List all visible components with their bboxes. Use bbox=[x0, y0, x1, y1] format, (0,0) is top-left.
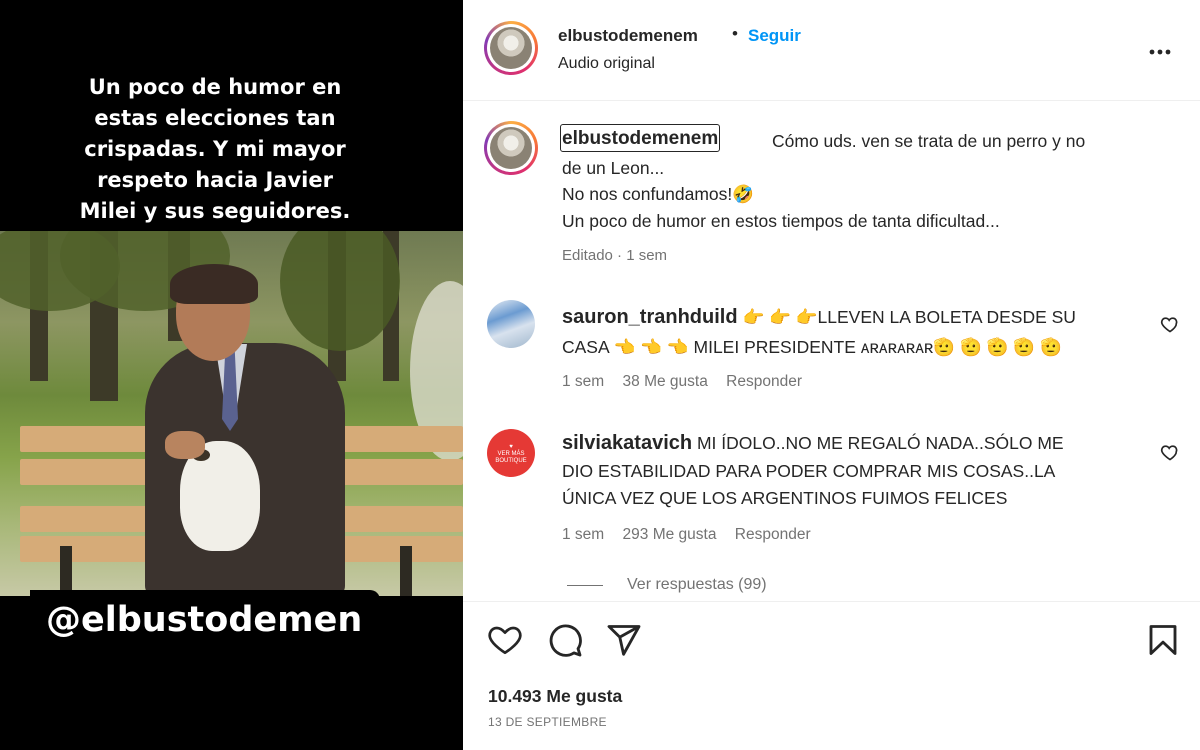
comment-time: 1 sem bbox=[562, 373, 605, 390]
media-caption-overlay: Un poco de humor en estas elecciones tan… bbox=[79, 75, 351, 223]
comment-likes[interactable]: 293 Me gusta bbox=[623, 526, 717, 543]
post-panel: elbustodemenem • Seguir Audio original e… bbox=[463, 0, 1200, 750]
handle-banner-text: @elbustodemen bbox=[46, 600, 363, 640]
post-media[interactable]: Un poco de humor en estas elecciones tan… bbox=[0, 0, 463, 750]
comment-meta: 1 sem 293 Me gusta Responder bbox=[562, 526, 825, 544]
comment-avatar[interactable] bbox=[487, 300, 535, 348]
caption-username[interactable]: elbustodemenem bbox=[560, 124, 721, 152]
view-replies-button[interactable]: Ver respuestas (99) bbox=[627, 576, 767, 594]
caption-avatar[interactable] bbox=[484, 121, 538, 175]
comments-section[interactable]: elbustodemenem Cómo uds. ven se trata de… bbox=[463, 101, 1200, 602]
post-header: elbustodemenem • Seguir Audio original bbox=[463, 0, 1200, 101]
caption-meta: Editado · 1 sem bbox=[562, 247, 668, 264]
comment-line: sauron_tranhduild 👉 👉 👉LLEVEN LA BOLETA … bbox=[562, 306, 1076, 329]
caption-text-line: No nos confundamos!🤣 bbox=[562, 184, 755, 204]
comment-likes[interactable]: 38 Me gusta bbox=[623, 373, 708, 390]
header-separator: • bbox=[732, 24, 738, 43]
comment-username[interactable]: silviakatavich bbox=[562, 432, 692, 454]
comment-text: 👉 👉 👉LLEVEN LA BOLETA DESDE SU bbox=[742, 307, 1076, 327]
view-replies-divider bbox=[567, 585, 603, 586]
comment-username[interactable]: sauron_tranhduild bbox=[562, 306, 738, 328]
comment-meta: 1 sem 38 Me gusta Responder bbox=[562, 373, 816, 391]
follow-button[interactable]: Seguir bbox=[748, 26, 801, 46]
comment-time: 1 sem bbox=[562, 526, 605, 543]
post-date[interactable]: 13 DE SEPTIEMBRE bbox=[488, 715, 607, 729]
comment-text: DIO ESTABILIDAD PARA PODER COMPRAR MIS C… bbox=[562, 461, 1056, 481]
comment-avatar[interactable]: ♥ VER MÁS BOUTIQUE bbox=[487, 429, 535, 477]
comment-like-heart-icon[interactable] bbox=[1160, 314, 1180, 334]
comment-text: MI ÍDOLO..NO ME REGALÓ NADA..SÓLO ME bbox=[696, 433, 1064, 453]
caption-text-line: de un Leon... bbox=[562, 158, 665, 178]
comment-text: CASA 👈 👈 👈 MILEI PRESIDENTE ᴀʀᴀʀᴀʀᴀʀ🫡 🫡 … bbox=[562, 337, 1062, 357]
comment-line: silviakatavich MI ÍDOLO..NO ME REGALÓ NA… bbox=[562, 432, 1064, 455]
reply-button[interactable]: Responder bbox=[726, 373, 802, 390]
header-username[interactable]: elbustodemenem bbox=[558, 26, 698, 46]
bookmark-icon[interactable] bbox=[1145, 622, 1181, 658]
more-horizontal-icon[interactable] bbox=[1143, 36, 1177, 60]
reply-button[interactable]: Responder bbox=[735, 526, 811, 543]
comment-like-heart-icon[interactable] bbox=[1160, 442, 1180, 462]
likes-count[interactable]: 10.493 Me gusta bbox=[488, 686, 622, 707]
heart-icon[interactable] bbox=[487, 622, 523, 658]
comment-text: ÚNICA VEZ QUE LOS ARGENTINOS FUIMOS FELI… bbox=[562, 488, 1008, 508]
post-actions: 10.493 Me gusta 13 DE SEPTIEMBRE bbox=[463, 602, 1200, 750]
share-icon[interactable] bbox=[606, 622, 642, 658]
comment-icon[interactable] bbox=[547, 622, 583, 658]
caption-text-line: Cómo uds. ven se trata de un perro y no bbox=[772, 131, 1086, 151]
header-avatar[interactable] bbox=[484, 21, 538, 75]
audio-label[interactable]: Audio original bbox=[558, 55, 655, 73]
video-frame bbox=[0, 231, 463, 596]
caption-text-line: Un poco de humor en estos tiempos de tan… bbox=[562, 211, 1000, 231]
